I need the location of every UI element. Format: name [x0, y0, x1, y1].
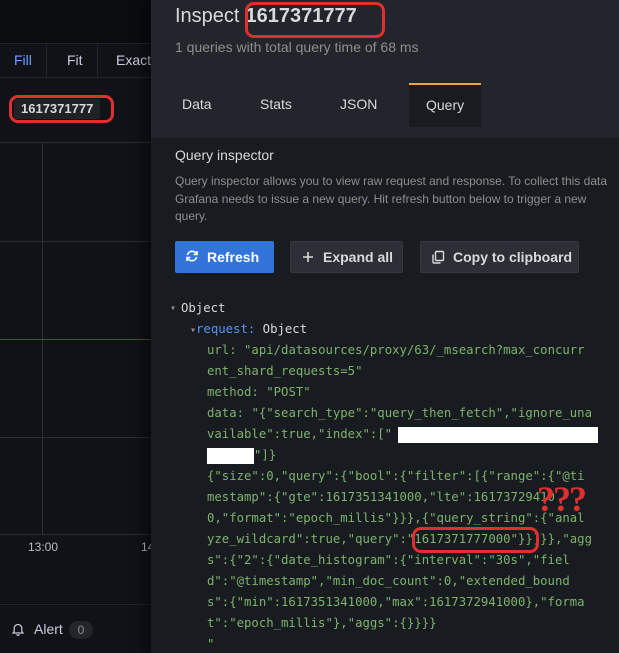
tree-data-row-cont: " [175, 634, 615, 653]
red-highlight-box [412, 527, 539, 553]
tree-url-row-cont: ent_shard_requests=5" [175, 361, 615, 382]
grid-line [0, 339, 151, 340]
tree-data-row-cont: s":{"min":1617351341000,"max":1617372941… [175, 592, 615, 613]
drawer-header: Inspect 1617371777 1 queries with total q… [151, 0, 619, 138]
object-tree: ▾ Object ▾request: Object url: "api/datas… [170, 298, 615, 653]
tree-root-row[interactable]: ▾ Object [151, 298, 615, 319]
data-value: "{"search_type":"query_then_fetch","igno… [251, 406, 592, 420]
copy-to-clipboard-button[interactable]: Copy to clipboard [420, 241, 579, 273]
url-value: "api/datasources/proxy/63/_msearch?max_c… [244, 343, 585, 357]
data-value-cont: {"size":0,"query":{"bool":{"filter":[{"r… [207, 469, 585, 483]
grid-line [0, 534, 151, 535]
data-value-cont: " [207, 637, 215, 651]
tree-url-row: url: "api/datasources/proxy/63/_msearch?… [175, 340, 615, 361]
method-key: method: [207, 385, 259, 399]
expand-all-label: Expand all [323, 249, 394, 265]
query-inspector-title: Query inspector [175, 147, 274, 163]
grid-line [42, 142, 43, 534]
question-marks-annotation: ??? [537, 479, 587, 519]
tab-fill[interactable]: Fill [0, 44, 47, 77]
red-highlight-box [9, 95, 114, 123]
bell-icon [11, 623, 25, 637]
tab-exact[interactable]: Exact [102, 44, 151, 77]
method-value: "POST" [266, 385, 311, 399]
tab-stats[interactable]: Stats [243, 83, 309, 125]
tree-data-row-cont: vailable":true,"index":[" [175, 424, 615, 445]
refresh-icon [186, 250, 198, 262]
data-value-cont: t":"epoch_millis"},"aggs":{}}}} [207, 616, 437, 630]
tree-data-row-cont: "]} [175, 445, 615, 466]
tree-method-row: method: "POST" [175, 382, 615, 403]
data-value-cont: mestamp":{"gte":1617351341000,"lte":1617… [207, 490, 555, 504]
url-key: url: [207, 343, 237, 357]
tree-root-label: Object [181, 301, 226, 315]
query-inspector-description: Query inspector allows you to view raw r… [175, 174, 607, 223]
tree-data-row-cont: yze_wildcard":true,"query":"161737177700… [175, 529, 615, 550]
tree-data-row-cont: s":{"2":{"date_histogram":{"interval":"3… [175, 550, 615, 571]
tree-data-row-cont: d":"@timestamp","min_doc_count":0,"exten… [175, 571, 615, 592]
red-highlight-box [245, 2, 385, 38]
refresh-label: Refresh [207, 249, 260, 265]
expand-all-button[interactable]: Expand all [290, 241, 403, 273]
data-value-cont: "]} [254, 448, 277, 462]
grid-line [0, 241, 151, 242]
dashboard-panel-background: Fill Fit Exact 1617371777 13:00 14 Alert… [0, 0, 151, 653]
x-tick-label: 13:00 [28, 540, 59, 554]
grid-line [0, 437, 151, 438]
panel-top-band [0, 0, 151, 43]
caret-down-icon[interactable]: ▾ [170, 298, 176, 319]
tab-query[interactable]: Query [409, 83, 482, 127]
data-value-cont: s":{"min":1617351341000,"max":1617372941… [207, 595, 585, 609]
redacted-block [207, 447, 254, 464]
drawer-title-prefix: Inspect [175, 5, 240, 27]
alert-bar: Alert 0 [0, 604, 151, 653]
tab-data[interactable]: Data [165, 83, 229, 125]
data-value-cont: d":"@timestamp","min_doc_count":0,"exten… [207, 574, 570, 588]
tree-request-row[interactable]: ▾request: Object [175, 319, 615, 340]
data-value-cont: 0,"format":"epoch_millis"}}},{"query_str… [207, 511, 585, 525]
copy-icon [432, 250, 445, 264]
grid-line [0, 142, 151, 143]
data-value-cont: s":{"2":{"date_histogram":{"interval":"3… [207, 553, 570, 567]
copy-label: Copy to clipboard [453, 249, 572, 265]
redacted-block [398, 426, 599, 443]
query-tab-content: Query inspector Query inspector allows y… [151, 138, 619, 653]
x-tick-label: 14 [141, 540, 151, 554]
url-value-cont: ent_shard_requests=5" [207, 364, 363, 378]
panel-mode-tabs: Fill Fit Exact [0, 43, 151, 78]
tree-data-row-cont: t":"epoch_millis"},"aggs":{}}}} [175, 613, 615, 634]
plus-icon [303, 252, 313, 262]
tree-data-row: data: "{"search_type":"query_then_fetch"… [175, 403, 615, 424]
data-key: data: [207, 406, 245, 420]
refresh-button[interactable]: Refresh [175, 241, 274, 273]
inspect-drawer: Inspect 1617371777 1 queries with total q… [151, 0, 619, 653]
tab-json[interactable]: JSON [323, 83, 394, 125]
alert-count-badge: 0 [69, 621, 93, 639]
tab-fit[interactable]: Fit [53, 44, 98, 77]
alert-label[interactable]: Alert [34, 621, 63, 637]
drawer-subtitle: 1 queries with total query time of 68 ms [175, 39, 419, 55]
request-type: Object [262, 322, 308, 336]
data-value-cont: yze_wildcard":true,"query": [207, 532, 407, 546]
data-value-cont: vailable":true,"index":[" [207, 427, 393, 441]
request-key: request: [196, 322, 256, 336]
